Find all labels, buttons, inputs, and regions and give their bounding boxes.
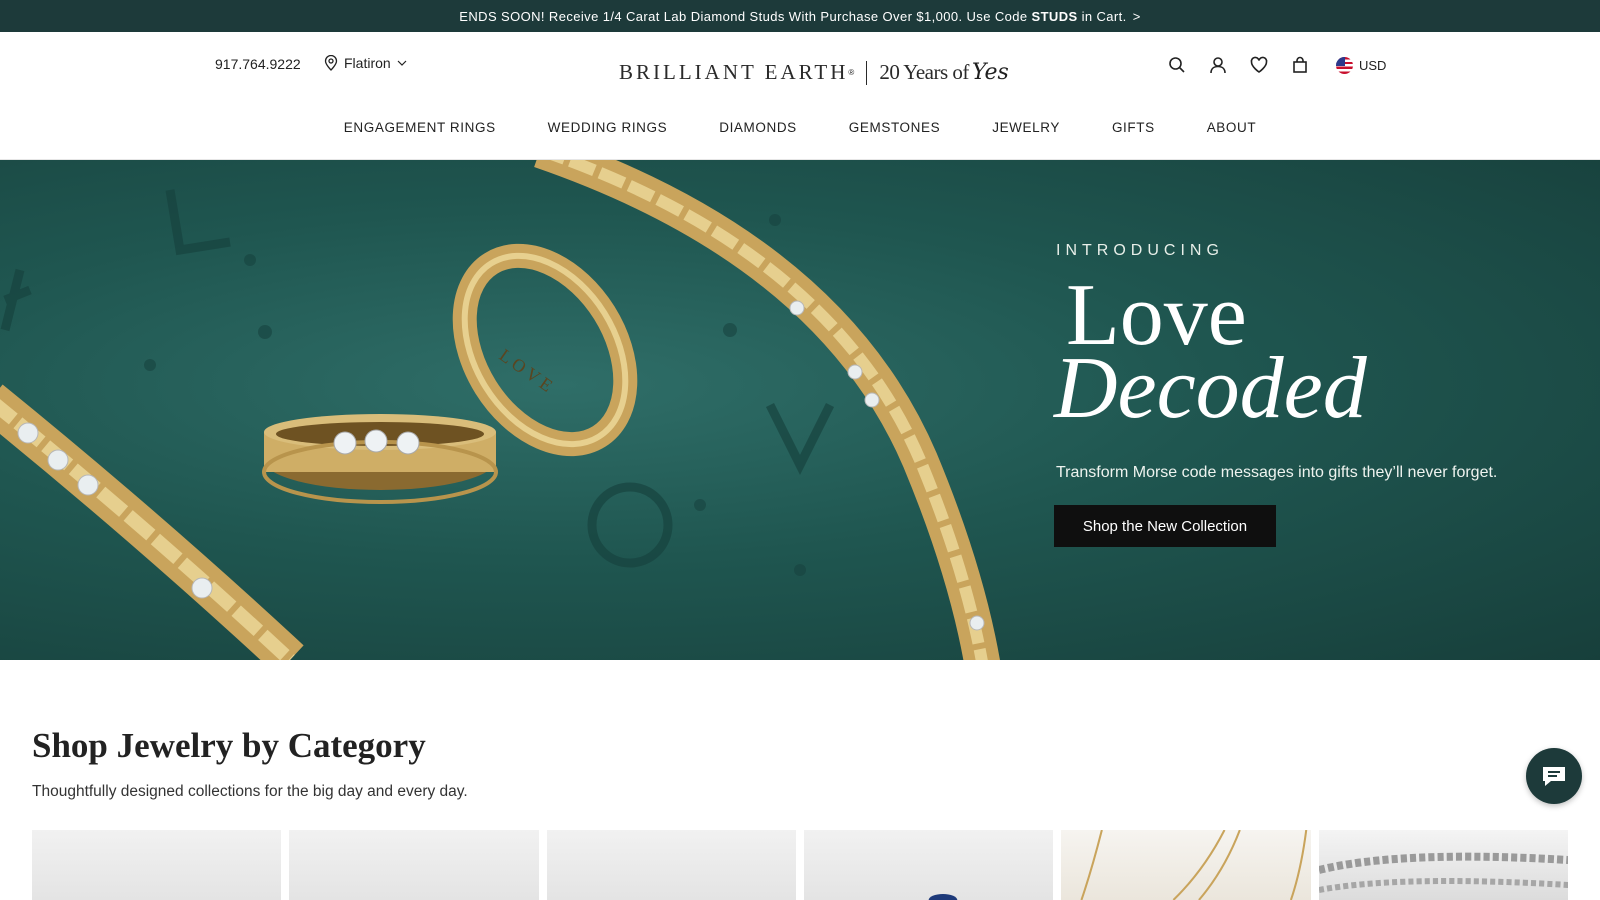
category-tile[interactable] (546, 830, 796, 900)
hero-eyebrow: INTRODUCING (1056, 242, 1224, 259)
chat-button[interactable] (1526, 748, 1582, 804)
location-pin-icon (324, 55, 338, 71)
category-tile-image (928, 894, 958, 900)
store-selector[interactable]: Flatiron (324, 55, 407, 71)
chevron-down-icon (397, 60, 407, 66)
category-tile[interactable] (32, 830, 282, 900)
nav-gemstones[interactable]: GEMSTONES (849, 120, 940, 135)
promo-text: ENDS SOON! Receive 1/4 Carat Lab Diamond… (459, 8, 1028, 24)
hero-title-line2: Decoded (1054, 340, 1367, 437)
site-header: 917.764.9222 Flatiron BRILLIANT EARTH ® … (0, 32, 1600, 160)
shopping-bag-icon (1293, 56, 1307, 73)
phone-number[interactable]: 917.764.9222 (215, 56, 301, 72)
ring-engraving: LOVE (496, 345, 560, 398)
heart-icon (1250, 56, 1268, 73)
search-icon (1169, 57, 1185, 73)
shop-new-collection-button[interactable]: Shop the New Collection (1054, 505, 1276, 547)
nav-engagement-rings[interactable]: ENGAGEMENT RINGS (344, 120, 496, 135)
category-tile-image (1080, 830, 1308, 900)
hero-banner[interactable]: LOVE INTRODUCING Love Decoded Transform … (0, 160, 1600, 660)
nav-gifts[interactable]: GIFTS (1112, 120, 1155, 135)
nav-about[interactable]: ABOUT (1207, 120, 1257, 135)
category-section-title: Shop Jewelry by Category (32, 726, 426, 765)
category-tiles (32, 830, 1568, 900)
promo-code: STUDS (1031, 8, 1078, 24)
nav-diamonds[interactable]: DIAMONDS (719, 120, 797, 135)
nav-jewelry[interactable]: JEWELRY (992, 120, 1060, 135)
main-nav: ENGAGEMENT RINGS WEDDING RINGS DIAMONDS … (0, 120, 1600, 135)
logo-tagline-script: Yes (971, 60, 1009, 85)
promo-banner[interactable]: ENDS SOON! Receive 1/4 Carat Lab Diamond… (0, 0, 1600, 32)
store-name: Flatiron (344, 55, 391, 71)
currency-selector[interactable]: USD (1336, 56, 1387, 74)
logo-registered-mark: ® (848, 68, 855, 77)
logo-divider (866, 60, 868, 85)
category-section-subtitle: Thoughtfully designed collections for th… (32, 783, 468, 800)
account-icon (1210, 57, 1226, 74)
category-tile[interactable] (803, 830, 1054, 900)
nav-wedding-rings[interactable]: WEDDING RINGS (548, 120, 668, 135)
logo-tagline: 20 Years of (879, 60, 969, 84)
chat-bubble-icon (1543, 767, 1565, 786)
category-tile[interactable] (289, 830, 539, 900)
hero-subtitle: Transform Morse code messages into gifts… (1056, 464, 1498, 481)
cart-button[interactable] (1291, 52, 1332, 78)
category-tile-image (1318, 852, 1568, 893)
us-flag-icon (1336, 56, 1353, 74)
logo-brand: BRILLIANT EARTH (619, 60, 849, 84)
category-tile[interactable] (1318, 830, 1568, 900)
brand-logo[interactable]: BRILLIANT EARTH ® 20 Years of Yes (619, 60, 1009, 85)
account-button[interactable] (1209, 52, 1250, 78)
promo-arrow-icon: > (1132, 8, 1141, 24)
wishlist-button[interactable] (1250, 52, 1291, 78)
currency-label: USD (1359, 57, 1387, 73)
header-actions: USD (1168, 52, 1386, 78)
promo-text-end: in Cart. (1081, 8, 1127, 24)
search-button[interactable] (1168, 52, 1209, 78)
category-tile[interactable] (1061, 830, 1311, 900)
hero-jewelry-image: LOVE (0, 160, 1000, 660)
